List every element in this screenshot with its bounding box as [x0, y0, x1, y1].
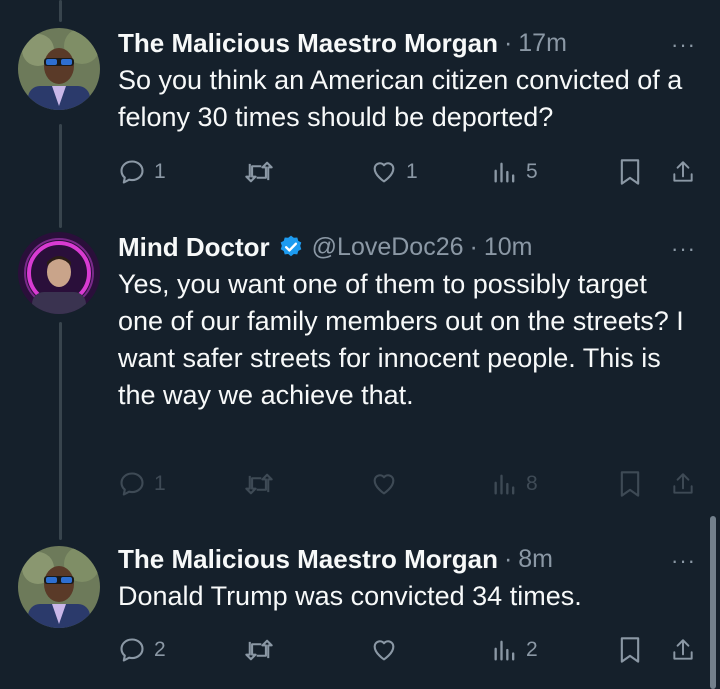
more-icon[interactable]: ···: [671, 32, 696, 58]
views-count: 5: [526, 160, 538, 183]
thread-line-1: [59, 124, 62, 228]
like-button[interactable]: [370, 632, 398, 668]
thread-line-top: [59, 0, 62, 22]
reply-count: 1: [154, 472, 166, 495]
reply-button[interactable]: 1: [118, 154, 166, 190]
bookmark-icon: [620, 159, 640, 185]
tweet-header: The Malicious Maestro Morgan · 17m: [118, 26, 696, 60]
bookmark-button[interactable]: [618, 466, 642, 502]
views-button[interactable]: 5: [492, 154, 538, 190]
separator-dot: ·: [503, 28, 513, 57]
views-button[interactable]: 2: [492, 632, 538, 668]
like-icon: [373, 640, 395, 661]
display-name[interactable]: Mind Doctor: [118, 232, 270, 263]
tweet-header: The Malicious Maestro Morgan · 8m: [118, 542, 696, 576]
action-bar: 1 8: [118, 466, 698, 502]
reply-icon: [120, 160, 144, 184]
share-button[interactable]: [670, 632, 696, 668]
bookmark-icon: [620, 471, 640, 497]
like-button[interactable]: [370, 466, 398, 502]
avatar[interactable]: [18, 28, 100, 110]
retweet-icon: [245, 473, 273, 495]
reply-count: 2: [154, 638, 166, 661]
views-button[interactable]: 8: [492, 466, 538, 502]
share-button[interactable]: [670, 154, 696, 190]
display-name[interactable]: The Malicious Maestro Morgan: [118, 544, 498, 575]
like-count: 1: [406, 160, 418, 183]
tweet-text: So you think an American citizen convict…: [118, 65, 683, 132]
like-button[interactable]: 1: [370, 154, 418, 190]
more-icon[interactable]: ···: [671, 236, 696, 262]
reply-button[interactable]: 2: [118, 632, 166, 668]
retweet-icon: [245, 161, 273, 183]
action-bar: 1 1 5: [118, 154, 698, 190]
share-icon: [673, 161, 693, 182]
retweet-button[interactable]: [244, 154, 274, 190]
reply-button[interactable]: 1: [118, 466, 166, 502]
retweet-icon: [245, 639, 273, 661]
views-count: 8: [526, 472, 538, 495]
share-button[interactable]: [670, 466, 696, 502]
timestamp[interactable]: 10m: [484, 233, 533, 262]
handle[interactable]: @LoveDoc26: [312, 233, 464, 262]
timestamp[interactable]: 17m: [518, 29, 567, 58]
views-icon: [494, 640, 515, 661]
share-icon: [673, 473, 693, 494]
bookmark-button[interactable]: [618, 632, 642, 668]
more-icon[interactable]: ···: [671, 548, 696, 574]
views-icon: [494, 162, 515, 183]
tweet-header: Mind Doctor @LoveDoc26 · 10m: [118, 230, 696, 264]
scrollbar[interactable]: [710, 516, 716, 689]
bookmark-button[interactable]: [618, 154, 642, 190]
avatar[interactable]: [18, 232, 100, 314]
retweet-button[interactable]: [244, 632, 274, 668]
verified-badge-icon: [278, 234, 304, 260]
timestamp[interactable]: 8m: [518, 545, 553, 574]
separator-dot: ·: [469, 232, 478, 261]
tweet-text: Donald Trump was convicted 34 times.: [118, 581, 582, 611]
separator-dot: ·: [503, 544, 513, 573]
thread-line-2: [59, 322, 62, 540]
like-icon: [373, 162, 395, 183]
like-icon: [373, 474, 395, 495]
retweet-button[interactable]: [244, 466, 274, 502]
views-count: 2: [526, 638, 538, 661]
share-icon: [673, 639, 693, 660]
bookmark-icon: [620, 637, 640, 663]
views-icon: [494, 474, 515, 495]
reply-count: 1: [154, 160, 166, 183]
action-bar: 2 2: [118, 632, 698, 668]
tweet-text: Yes, you want one of them to possibly ta…: [118, 269, 684, 410]
display-name[interactable]: The Malicious Maestro Morgan: [118, 28, 498, 59]
reply-icon: [120, 638, 144, 662]
reply-icon: [120, 472, 144, 496]
avatar[interactable]: [18, 546, 100, 628]
